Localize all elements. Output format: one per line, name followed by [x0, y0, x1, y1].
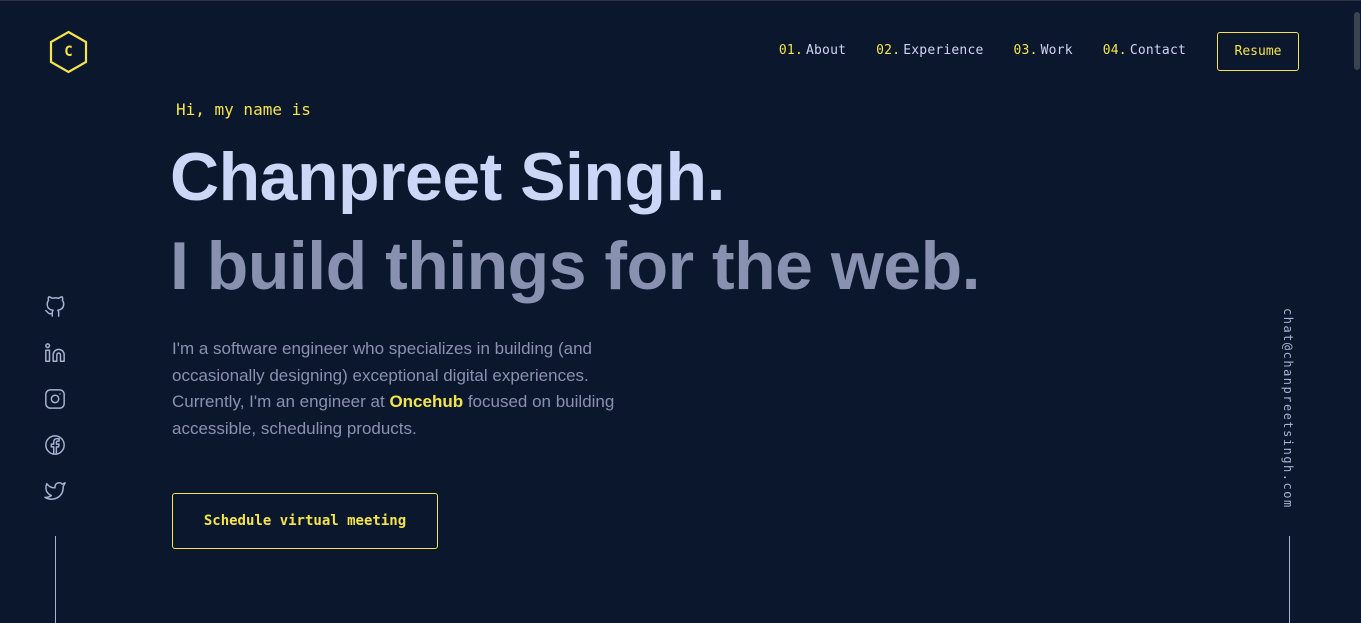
hero-bio: I'm a software engineer who specializes … [172, 336, 642, 442]
email-divider-line [1289, 536, 1290, 623]
social-divider-line [55, 536, 56, 623]
hero-greeting: Hi, my name is [176, 100, 311, 119]
logo[interactable]: C [48, 30, 89, 74]
nav-item-label: Experience [903, 43, 984, 58]
nav-item-work[interactable]: 03. Work [1014, 43, 1073, 58]
company-link[interactable]: Oncehub [389, 392, 463, 411]
nav-item-about[interactable]: 01. About [779, 43, 846, 58]
nav-item-number: 02. [876, 43, 901, 58]
nav-item-label: Contact [1129, 43, 1186, 58]
hero-name: Chanpreet Singh. [170, 139, 725, 215]
scrollbar-thumb[interactable] [1354, 12, 1360, 70]
social-links [44, 296, 66, 502]
nav-item-experience[interactable]: 02. Experience [876, 43, 983, 58]
nav-item-label: Work [1040, 43, 1073, 58]
email-link[interactable]: chat@chanpreetsingh.com [1281, 308, 1295, 509]
facebook-icon[interactable] [44, 434, 66, 456]
main-nav: 01. About 02. Experience 03. Work 04. Contac… [779, 43, 1186, 58]
logo-letter: C [64, 44, 73, 60]
nav-item-number: 04. [1102, 43, 1127, 58]
linkedin-icon[interactable] [44, 342, 66, 364]
window-top-border [0, 0, 1361, 1]
nav-item-number: 03. [1013, 43, 1038, 58]
nav-item-contact[interactable]: 04. Contact [1103, 43, 1186, 58]
hero-tagline: I build things for the web. [170, 228, 981, 304]
nav-item-number: 01. [778, 43, 803, 58]
schedule-meeting-button[interactable]: Schedule virtual meeting [172, 493, 438, 549]
twitter-icon[interactable] [44, 480, 66, 502]
github-icon[interactable] [44, 296, 66, 318]
scrollbar-track[interactable] [1353, 1, 1361, 623]
nav-item-label: About [806, 43, 847, 58]
instagram-icon[interactable] [44, 388, 66, 410]
resume-button[interactable]: Resume [1217, 32, 1299, 71]
